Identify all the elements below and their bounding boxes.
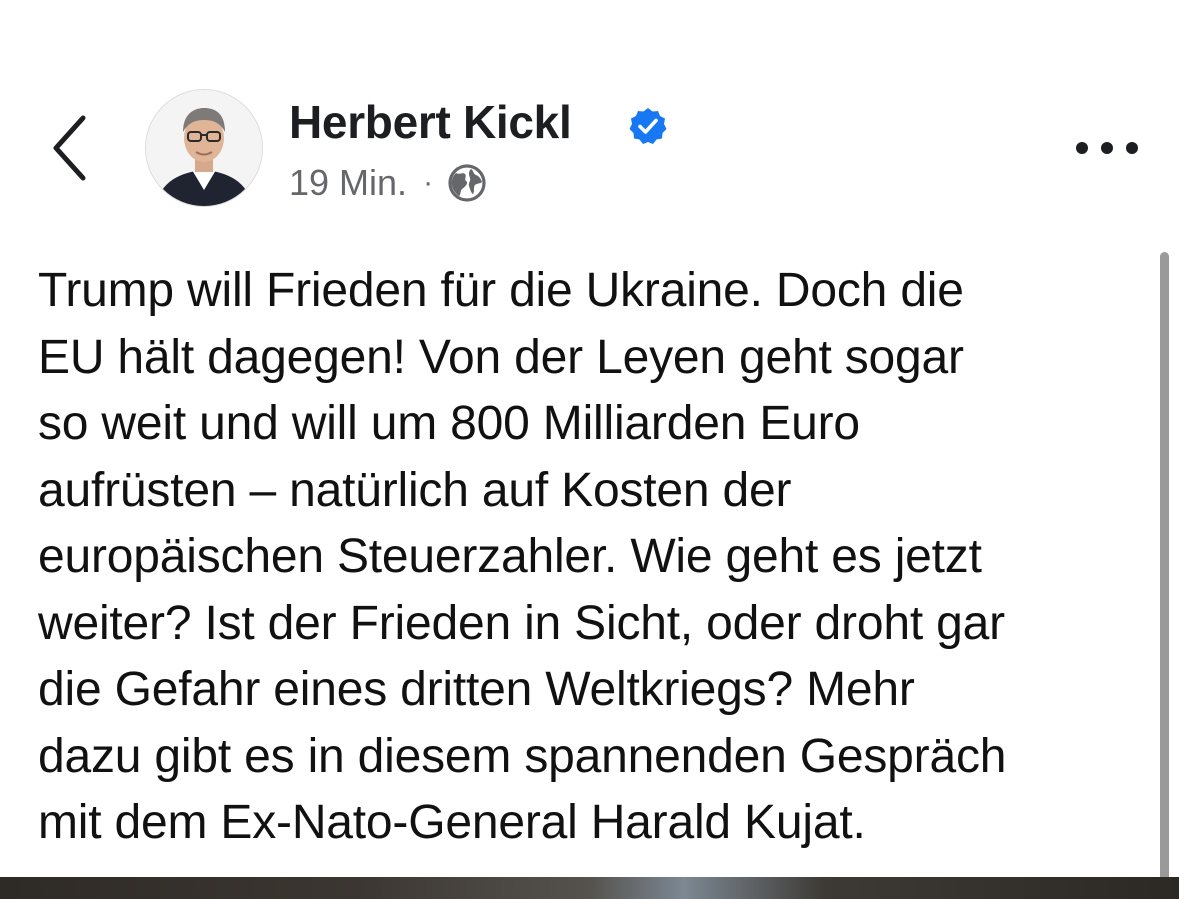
meta-separator: ·	[423, 166, 434, 199]
post-body-line: Trump will Frieden für die Ukraine. Doch…	[38, 264, 964, 317]
more-horizontal-icon-dot	[1126, 142, 1138, 154]
back-button[interactable]	[40, 108, 100, 188]
post-body-line: weiter? Ist der Frieden in Sicht, oder d…	[38, 596, 1005, 650]
verified-badge-icon	[629, 108, 667, 144]
post-detail-screen: Herbert Kickl 19 Min. · Trump will Fried…	[0, 0, 1179, 899]
post-body-line: mit dem Ex-Nato-General Harald Kujat.	[38, 796, 866, 849]
more-horizontal-icon-dot	[1101, 142, 1113, 154]
post-timestamp[interactable]: 19 Min.	[289, 162, 407, 204]
profile-photo	[146, 90, 262, 206]
post-body-line: so weit und will um 800 Milliarden Euro	[38, 397, 860, 450]
more-horizontal-icon	[1076, 142, 1088, 154]
chevron-left-icon	[53, 115, 86, 181]
post-body-line: europäischen Steuerzahler. Wie geht es j…	[38, 530, 982, 583]
post-body-line: EU hält dagegen! Von der Leyen geht soga…	[38, 330, 964, 384]
post-body: Trump will Frieden für die Ukraine. Doch…	[38, 258, 1148, 857]
avatar[interactable]	[145, 89, 263, 207]
post-meta: 19 Min. ·	[289, 160, 487, 206]
author-name[interactable]: Herbert Kickl	[289, 92, 572, 152]
globe-icon[interactable]	[447, 163, 487, 203]
post-media-preview[interactable]	[0, 877, 1179, 899]
scrollbar[interactable]	[1160, 252, 1169, 899]
post-body-line: aufrüsten – natürlich auf Kosten der	[38, 463, 792, 517]
post-body-line: die Gefahr eines dritten Weltkriegs? Meh…	[38, 663, 915, 716]
more-options-button[interactable]	[1076, 128, 1138, 168]
post-body-line: dazu gibt es in diesem spannenden Gesprä…	[38, 729, 1007, 783]
